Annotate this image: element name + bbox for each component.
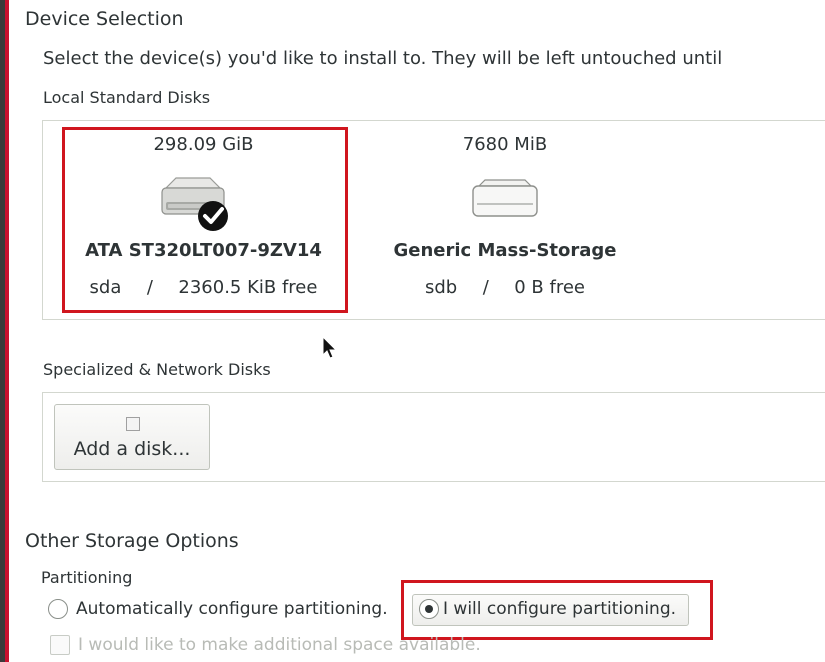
mouse-cursor-icon [322,336,338,359]
disk-free: 0 B free [514,277,585,298]
disk-separator: / [482,277,489,298]
add-disk-label: Add a disk... [73,438,191,460]
left-red-accent-bar [5,0,9,662]
auto-partitioning-option[interactable]: Automatically configure partitioning. [48,599,388,619]
usb-drive-icon [472,179,538,217]
selected-disk-highlight [62,127,348,313]
disk-device: sdb [425,277,458,298]
partitioning-label: Partitioning [41,568,133,587]
auto-partitioning-label: Automatically configure partitioning. [76,599,388,619]
disk-name: Generic Mass-Storage [393,240,617,261]
add-disk-icon [126,417,140,431]
local-disks-label: Local Standard Disks [43,88,211,107]
disk-sdb[interactable]: 7680 MiB Generic Mass-Storage sdb / 0 B … [365,130,645,310]
manual-partitioning-highlight [401,580,713,640]
additional-space-label: I would like to make additional space av… [78,635,481,655]
network-disks-label: Specialized & Network Disks [43,360,271,379]
disk-info: sdb / 0 B free [365,277,645,298]
add-disk-button[interactable]: Add a disk... [54,404,210,470]
auto-partitioning-radio[interactable] [48,599,68,619]
device-selection-heading: Device Selection [25,8,184,30]
device-selection-description: Select the device(s) you'd like to insta… [43,48,723,69]
disk-size: 7680 MiB [462,134,548,155]
additional-space-checkbox[interactable] [50,635,70,655]
additional-space-option[interactable]: I would like to make additional space av… [50,635,481,655]
other-storage-heading: Other Storage Options [25,530,239,552]
installation-destination-page: Device Selection Select the device(s) yo… [0,0,825,662]
